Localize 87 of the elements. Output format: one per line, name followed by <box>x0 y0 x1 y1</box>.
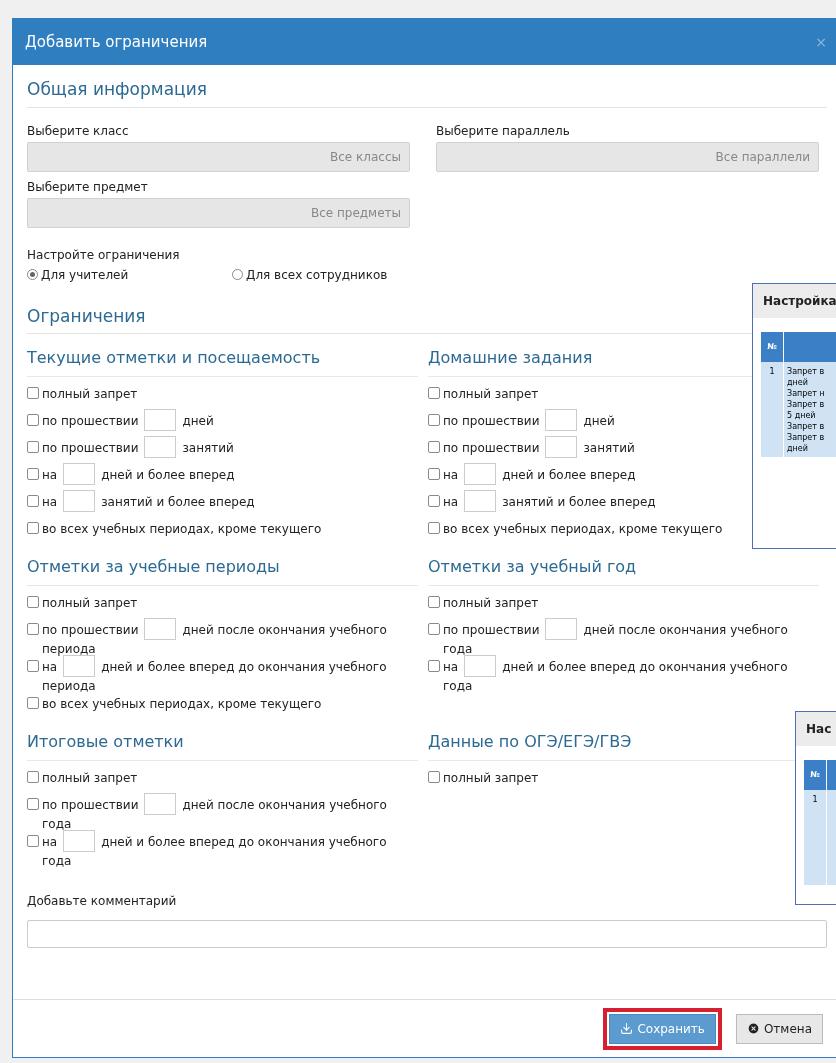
table-cell: Запрет в дней Запрет н Запрет в 5 дней Запрет в Запрет в дней <box>784 362 836 457</box>
option-label: во всех учебных периодах, кроме текущего <box>42 521 322 538</box>
radio-group-label: Настройте ограничения <box>27 246 181 264</box>
number-field[interactable] <box>545 618 578 640</box>
section-heading: Общая информация <box>27 77 827 108</box>
field-label: Выберите параллель <box>436 122 571 140</box>
number-field[interactable] <box>144 793 177 815</box>
select-field[interactable]: Все параллели <box>436 141 819 172</box>
number-field[interactable] <box>144 618 177 640</box>
number-field[interactable] <box>63 490 96 512</box>
select-field[interactable]: Все классы <box>27 141 410 172</box>
checkbox[interactable] <box>27 522 39 534</box>
column-header: № <box>761 332 783 362</box>
checkbox[interactable] <box>27 596 39 608</box>
number-field[interactable] <box>464 463 497 485</box>
number-field[interactable] <box>63 463 96 485</box>
number-field[interactable] <box>63 830 96 852</box>
option-label: во всех учебных периодах, кроме текущего <box>42 696 322 713</box>
checkbox[interactable] <box>27 441 39 453</box>
checkbox[interactable] <box>428 387 440 399</box>
checkbox[interactable] <box>27 660 39 672</box>
option-label: полный запрет <box>42 770 138 787</box>
option-label: по прошествии занятий <box>443 439 635 458</box>
field-label: Выберите класс <box>27 122 130 140</box>
column-header <box>784 332 836 362</box>
radio-option[interactable]: Для учителей <box>27 265 232 284</box>
table-cell: 1 <box>761 362 783 457</box>
option-label: полный запрет <box>443 386 539 403</box>
subsection-heading: Текущие отметки и посещаемость <box>27 346 418 377</box>
option-label: на дней и более вперед <box>443 466 636 485</box>
option-label: на занятий и более вперед <box>443 493 656 512</box>
subsection-heading: Отметки за учебные периоды <box>27 555 418 586</box>
option-label: по прошествии дней <box>42 412 214 431</box>
checkbox[interactable] <box>27 468 39 480</box>
number-field[interactable] <box>545 409 578 431</box>
subsection-heading: Итоговые отметки <box>27 730 418 761</box>
save-button[interactable]: Сохранить <box>609 1013 716 1044</box>
checkbox[interactable] <box>27 414 39 426</box>
radio-button[interactable] <box>232 269 243 280</box>
radio-label: Для учителей <box>41 266 129 284</box>
cancel-icon <box>746 1022 760 1035</box>
checkbox[interactable] <box>27 697 39 709</box>
option-label: полный запрет <box>443 770 539 787</box>
cancel-button[interactable]: Отмена <box>735 1013 823 1044</box>
option-label: во всех учебных периодах, кроме текущего <box>443 521 723 538</box>
option-label: на дней и более вперед до окончания учебного года <box>42 833 418 870</box>
number-field[interactable] <box>144 436 177 458</box>
number-field[interactable] <box>545 436 578 458</box>
option-label: полный запрет <box>42 386 138 403</box>
number-field[interactable] <box>144 409 177 431</box>
option-label: по прошествии дней <box>443 412 615 431</box>
select-field[interactable]: Все предметы <box>27 197 410 228</box>
checkbox[interactable] <box>428 596 440 608</box>
checkbox[interactable] <box>27 387 39 399</box>
field-label: Выберите предмет <box>27 178 149 196</box>
number-field[interactable] <box>464 655 497 677</box>
close-button[interactable]: × <box>815 31 827 53</box>
option-label: полный запрет <box>42 595 138 612</box>
radio-label: Для всех сотрудников <box>246 266 388 284</box>
checkbox[interactable] <box>27 798 39 810</box>
checkbox[interactable] <box>27 835 39 847</box>
radio-option[interactable]: Для всех сотрудников <box>232 265 437 284</box>
number-field[interactable] <box>63 655 96 677</box>
checkbox[interactable] <box>428 623 440 635</box>
table-cell: 1 <box>804 790 826 885</box>
column-header: № <box>804 760 826 790</box>
checkbox[interactable] <box>428 441 440 453</box>
checkbox[interactable] <box>428 522 440 534</box>
checkbox[interactable] <box>27 623 39 635</box>
number-field[interactable] <box>464 490 497 512</box>
option-label: на занятий и более вперед <box>42 493 255 512</box>
comment-label: Добавьте комментарий <box>27 893 178 910</box>
option-label: на дней и более вперед до окончания учебного года <box>443 658 819 695</box>
option-label: на дней и более вперед <box>42 466 235 485</box>
option-label: полный запрет <box>443 595 539 612</box>
dialog-title: Добавить ограничения <box>25 31 208 53</box>
checkbox[interactable] <box>428 468 440 480</box>
radio-button[interactable] <box>27 269 38 280</box>
download-icon <box>620 1022 634 1035</box>
checkbox[interactable] <box>27 771 39 783</box>
checkbox[interactable] <box>428 660 440 672</box>
checkbox[interactable] <box>428 414 440 426</box>
checkbox[interactable] <box>27 495 39 507</box>
option-label: по прошествии занятий <box>42 439 234 458</box>
checkbox[interactable] <box>428 771 440 783</box>
checkbox[interactable] <box>428 495 440 507</box>
subsection-heading: Отметки за учебный год <box>428 555 819 586</box>
